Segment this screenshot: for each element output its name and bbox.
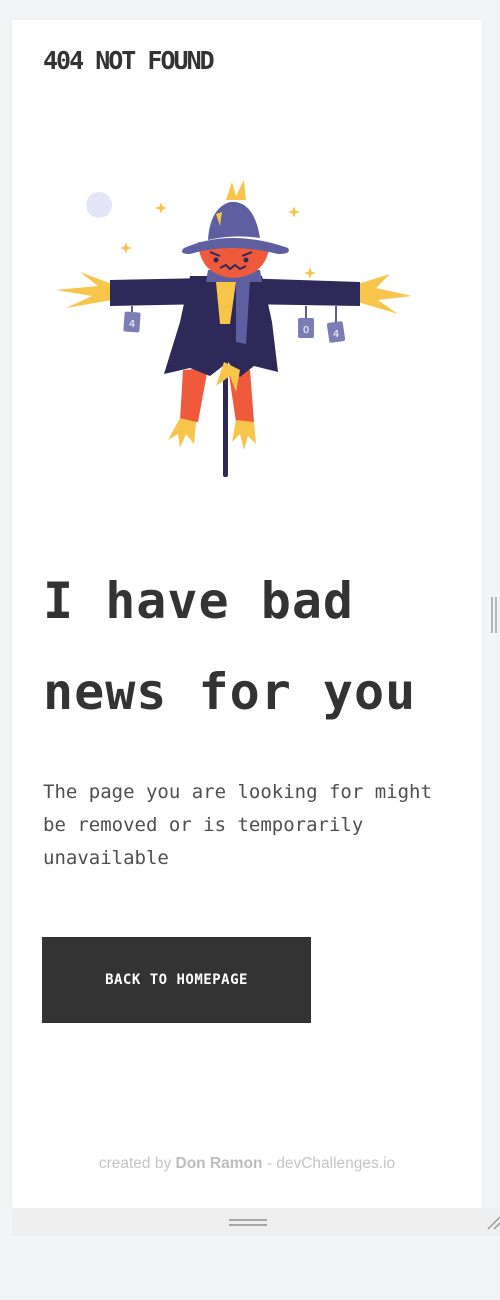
card-label: 4 xyxy=(333,329,339,340)
author-link[interactable]: Don Ramon xyxy=(176,1155,263,1172)
resize-corner-icon[interactable] xyxy=(486,1214,500,1230)
page-headline: I have bad news for you xyxy=(43,572,417,721)
footer-suffix[interactable]: - devChallenges.io xyxy=(262,1155,395,1172)
card-label: 4 xyxy=(129,319,135,330)
scarecrow-illustration-icon: 4 0 4 xyxy=(56,180,410,477)
card-icon: 4 xyxy=(326,306,346,343)
bottom-resize-bar[interactable] xyxy=(12,1208,500,1236)
footer-prefix: created by xyxy=(98,1155,176,1172)
footer-credit: created by Don Ramon - devChallenges.io xyxy=(12,1155,482,1173)
card-icon: 4 xyxy=(123,306,141,333)
grab-handle-icon[interactable] xyxy=(229,1218,267,1227)
brand-logo[interactable]: 404 NOT FOUND xyxy=(43,46,215,75)
back-to-homepage-button[interactable]: BACK TO HOMEPAGE xyxy=(42,937,311,1023)
side-resize-handle-icon[interactable] xyxy=(490,597,498,633)
page-frame: 404 NOT FOUND 4 0 4 I have bad news for … xyxy=(12,20,482,1208)
card-icon: 0 xyxy=(298,306,314,338)
card-label: 0 xyxy=(303,325,309,336)
error-message: The page you are looking for might be re… xyxy=(43,781,432,869)
moon-icon xyxy=(86,192,112,218)
